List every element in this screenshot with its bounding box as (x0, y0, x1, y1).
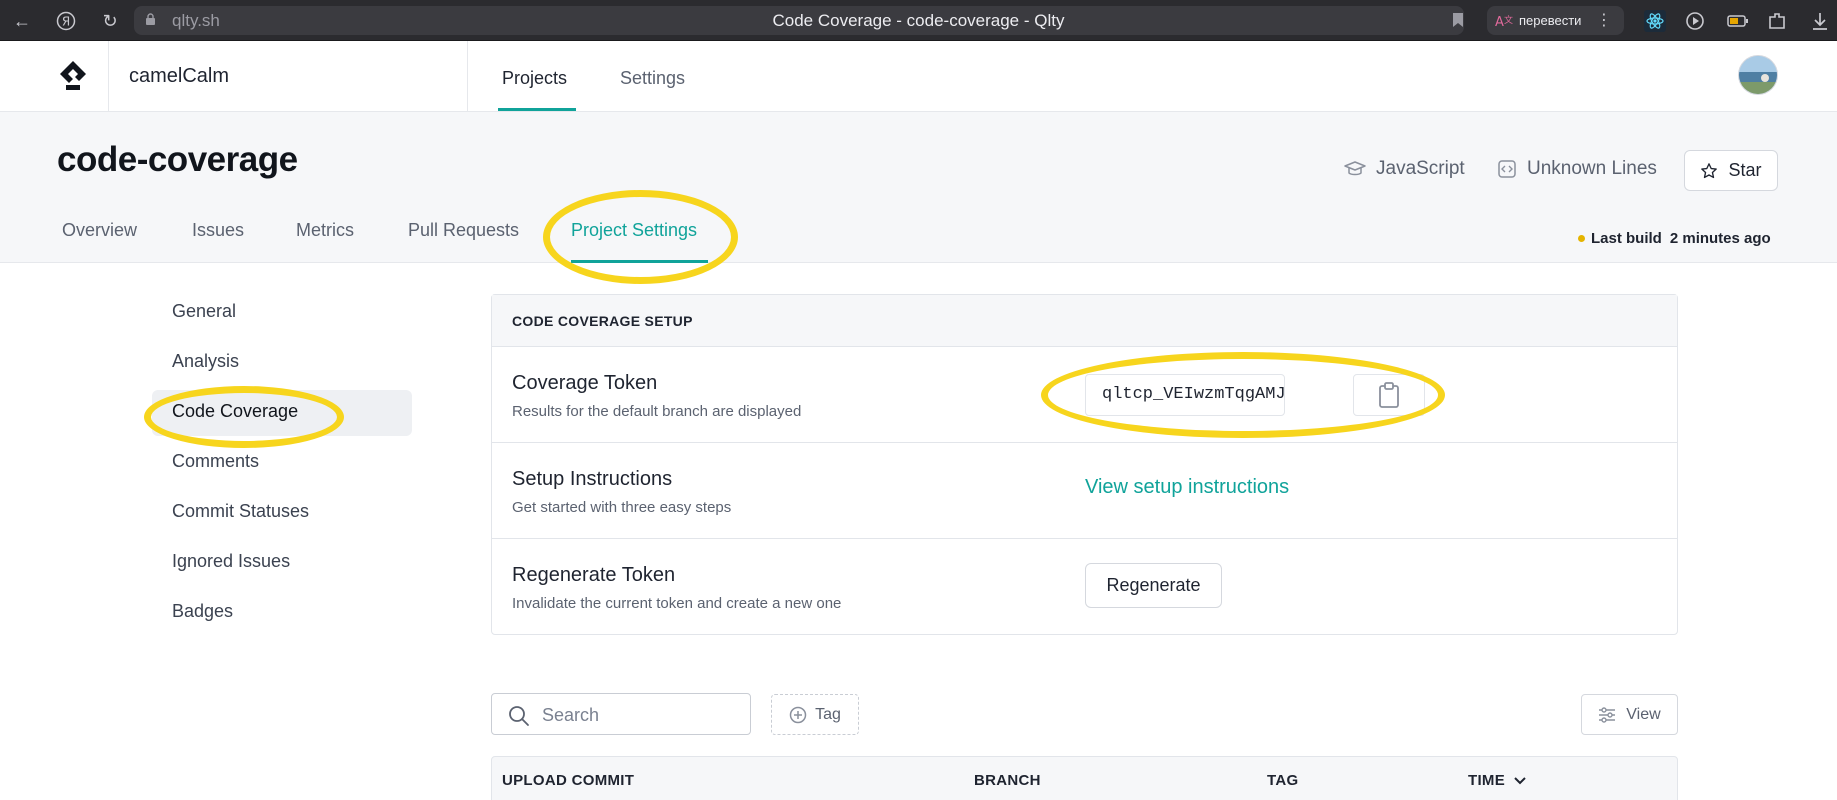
sliders-icon (1599, 706, 1616, 723)
coverage-token-title: Coverage Token (512, 372, 658, 394)
qlty-logo-icon[interactable] (56, 59, 90, 93)
project-title: code-coverage (57, 140, 298, 179)
tab-issues[interactable]: Issues (192, 220, 244, 241)
browser-toolbar: ← Я ↻ qlty.sh Code Coverage - code-cover… (0, 0, 1837, 41)
react-devtools-icon[interactable] (1643, 9, 1667, 33)
clipboard-icon (1379, 382, 1399, 408)
coverage-token-field[interactable]: qltcp_VEIwzmTqgAMJ (1085, 374, 1286, 416)
star-label: Star (1728, 160, 1762, 180)
status-dot-icon (1578, 235, 1585, 242)
regenerate-token-title: Regenerate Token (512, 564, 676, 586)
view-label: View (1626, 705, 1661, 723)
active-nav-indicator (498, 108, 576, 111)
translate-button[interactable]: A文 перевести ⋮ (1487, 6, 1624, 35)
setup-instructions-title: Setup Instructions (512, 468, 673, 490)
column-tag[interactable]: TAG (1267, 772, 1298, 789)
add-tag-button[interactable]: Tag (771, 694, 859, 735)
yandex-icon[interactable]: Я (54, 9, 78, 33)
last-build-label: Last build (1591, 230, 1662, 247)
nav-settings[interactable]: Settings (620, 68, 685, 89)
battery-icon[interactable] (1726, 9, 1750, 33)
app-header: camelCalm Projects Settings (0, 41, 1837, 112)
svg-text:Я: Я (62, 15, 70, 29)
lines-info[interactable]: Unknown Lines (1497, 158, 1657, 180)
star-button[interactable]: Star (1684, 150, 1778, 191)
sidebar-item-commit-statuses[interactable]: Commit Statuses (152, 490, 412, 536)
graduation-cap-icon (1344, 161, 1366, 176)
tab-overview[interactable]: Overview (62, 220, 137, 241)
last-build-status: Last build 2 minutes ago (1578, 230, 1771, 247)
last-build-time: 2 minutes ago (1669, 230, 1771, 247)
sidebar-item-code-coverage[interactable]: Code Coverage (152, 390, 412, 436)
card-heading: CODE COVERAGE SETUP (492, 295, 1677, 347)
uploads-table-header: UPLOAD COMMIT BRANCH TAG TIME (491, 756, 1678, 800)
chevron-down-icon[interactable] (1513, 776, 1527, 786)
coverage-token-subtitle: Results for the default branch are displ… (512, 403, 802, 420)
plus-circle-icon (789, 706, 807, 723)
url-text[interactable]: qlty.sh (172, 11, 220, 31)
address-bar[interactable] (134, 6, 1464, 35)
tab-project-settings[interactable]: Project Settings (571, 220, 697, 241)
star-icon (1701, 162, 1718, 178)
sidebar-item-badges[interactable]: Badges (152, 590, 412, 636)
language-label: JavaScript (1376, 158, 1465, 179)
search-icon (509, 706, 529, 726)
svg-text:A: A (1495, 15, 1504, 29)
translate-icon: A文 (1495, 14, 1513, 29)
header-divider (467, 41, 468, 111)
view-setup-instructions-link[interactable]: View setup instructions (1085, 476, 1289, 499)
setup-instructions-subtitle: Get started with three easy steps (512, 499, 732, 516)
user-avatar[interactable] (1738, 55, 1778, 95)
search-input[interactable]: Search (491, 693, 751, 735)
regenerate-token-row: Regenerate Token Invalidate the current … (492, 539, 1677, 635)
back-arrow-icon[interactable]: ← (10, 9, 34, 33)
column-time[interactable]: TIME (1468, 772, 1527, 789)
column-upload-commit[interactable]: UPLOAD COMMIT (502, 772, 634, 789)
coverage-token-row: Coverage Token Results for the default b… (492, 347, 1677, 443)
sidebar-item-general[interactable]: General (152, 290, 412, 336)
language-info[interactable]: JavaScript (1344, 158, 1465, 180)
setup-instructions-row: Setup Instructions Get started with thre… (492, 443, 1677, 539)
sidebar-item-analysis[interactable]: Analysis (152, 340, 412, 386)
header-divider (108, 41, 109, 111)
download-icon[interactable] (1808, 9, 1832, 33)
more-icon[interactable]: ⋮ (1596, 10, 1612, 30)
search-placeholder: Search (542, 705, 600, 725)
lock-icon (146, 13, 155, 25)
code-coverage-setup-card: CODE COVERAGE SETUP Coverage Token Resul… (491, 294, 1678, 635)
settings-sidebar: General Analysis Code Coverage Comments … (152, 290, 412, 640)
copy-token-button[interactable] (1353, 374, 1425, 416)
column-branch[interactable]: BRANCH (974, 772, 1041, 789)
nav-projects[interactable]: Projects (502, 68, 567, 89)
regenerate-button[interactable]: Regenerate (1085, 563, 1222, 608)
project-header: code-coverage JavaScript Unknown Lines S… (0, 112, 1837, 263)
tab-pull-requests[interactable]: Pull Requests (408, 220, 519, 241)
sidebar-item-comments[interactable]: Comments (152, 440, 412, 486)
regenerate-token-subtitle: Invalidate the current token and create … (512, 595, 842, 612)
lines-label: Unknown Lines (1527, 158, 1657, 179)
org-name[interactable]: camelCalm (129, 65, 229, 88)
tab-metrics[interactable]: Metrics (296, 220, 354, 241)
reload-icon[interactable]: ↻ (98, 9, 122, 33)
extensions-icon[interactable] (1765, 9, 1789, 33)
view-options-button[interactable]: View (1581, 694, 1678, 735)
column-time-label: TIME (1468, 772, 1506, 789)
translate-label: перевести (1519, 13, 1582, 28)
tag-label: Tag (815, 705, 841, 723)
bookmark-icon[interactable] (1452, 12, 1464, 28)
active-tab-indicator (571, 260, 708, 263)
code-file-icon (1498, 160, 1516, 178)
media-icon[interactable] (1684, 9, 1708, 33)
sidebar-item-ignored-issues[interactable]: Ignored Issues (152, 540, 412, 586)
svg-text:文: 文 (1504, 14, 1513, 26)
